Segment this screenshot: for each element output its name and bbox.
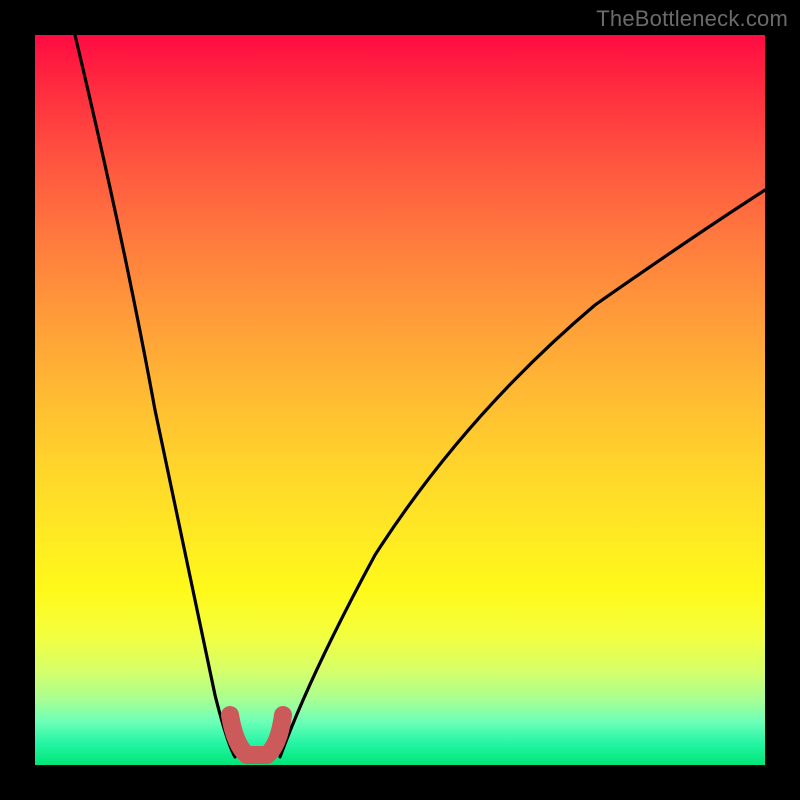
watermark-text: TheBottleneck.com	[596, 6, 788, 32]
chart-curves-layer	[35, 35, 765, 765]
valley-highlight	[230, 715, 283, 755]
curve-left-branch	[75, 35, 235, 757]
chart-frame: TheBottleneck.com	[0, 0, 800, 800]
plot-area	[35, 35, 765, 765]
curve-right-branch	[280, 190, 765, 757]
